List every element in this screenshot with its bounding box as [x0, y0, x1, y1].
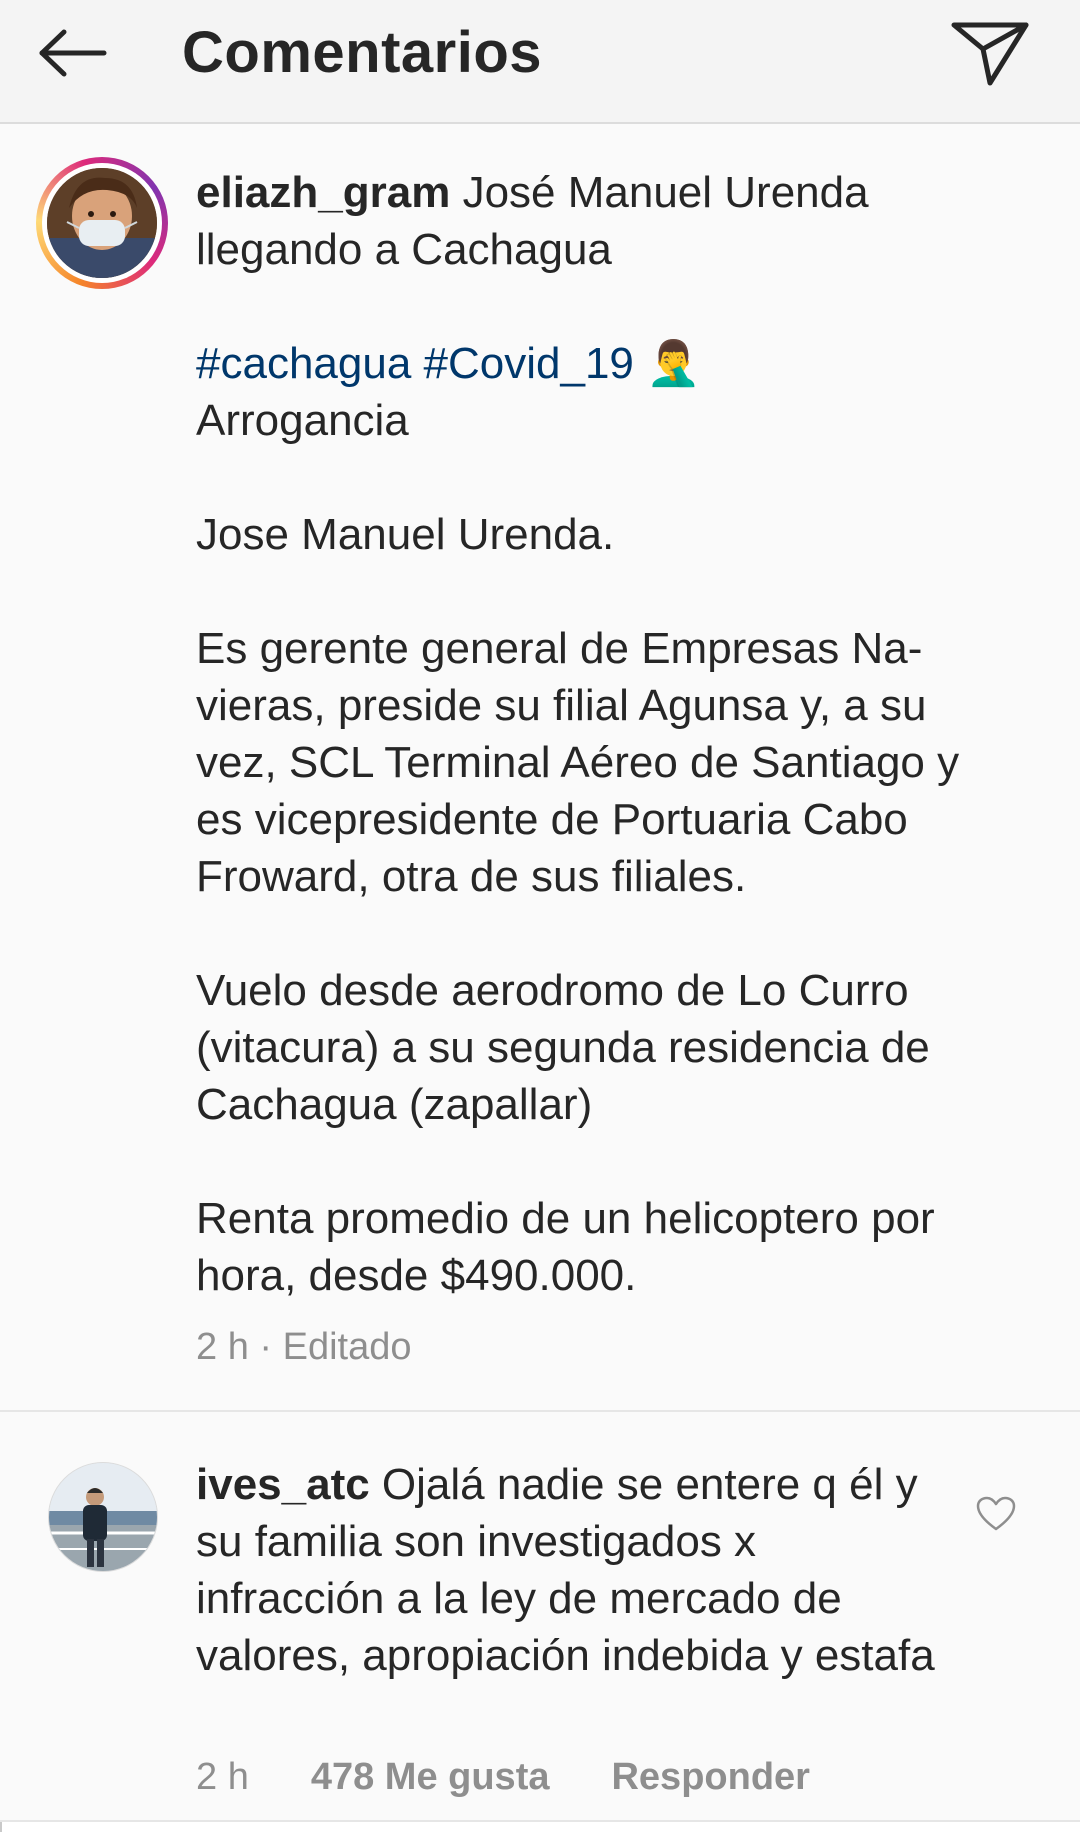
- hashtag-covid[interactable]: #Covid_19: [424, 339, 634, 388]
- story-ring[interactable]: [36, 157, 168, 289]
- page-title: Comentarios: [182, 20, 543, 85]
- caption-paragraph-gerente: Es gerente general de Empresas Na-vieras…: [196, 624, 960, 901]
- top-bar: Comentarios: [0, 0, 1080, 124]
- paper-plane-icon: [951, 22, 1029, 86]
- avatar: [47, 168, 157, 278]
- likes-count-button[interactable]: 478 Me gusta: [311, 1752, 550, 1802]
- back-button[interactable]: [28, 20, 118, 86]
- share-button[interactable]: [940, 14, 1040, 94]
- comment-time: 2 h: [196, 1756, 249, 1798]
- arrow-left-icon: [39, 29, 107, 77]
- comment-actions: 2 h 478 Me gusta Responder: [196, 1752, 810, 1802]
- like-button[interactable]: [972, 1490, 1020, 1538]
- caption-username[interactable]: eliazh_gram: [196, 168, 450, 217]
- caption-meta: 2 h · Editado: [196, 1326, 412, 1368]
- avatar[interactable]: [48, 1462, 158, 1572]
- caption-arrogancia: Arrogancia: [196, 396, 409, 445]
- profile-photo: [47, 168, 157, 278]
- reply-button[interactable]: Responder: [611, 1752, 809, 1802]
- caption-name-line: Jose Manuel Urenda.: [196, 510, 615, 559]
- caption-paragraph-vuelo: Vuelo desde aerodromo de Lo Curro (vitac…: [196, 966, 930, 1129]
- profile-photo: [49, 1463, 157, 1571]
- comment-text: ives_atc Ojalá nadie se entere q él y su…: [196, 1456, 956, 1684]
- facepalm-emoji: 🤦‍♂️: [646, 339, 701, 388]
- post-caption: eliazh_gram José Manuel Urenda llegando …: [0, 124, 1080, 1412]
- heart-outline-icon: [976, 1496, 1016, 1531]
- caption-text: eliazh_gram José Manuel Urenda llegando …: [196, 164, 996, 1304]
- caption-paragraph-renta: Renta promedio de un helicoptero por hor…: [196, 1194, 935, 1300]
- comment-username[interactable]: ives_atc: [196, 1460, 370, 1509]
- comment-item: ives_atc Ojalá nadie se entere q él y su…: [0, 1412, 1080, 1822]
- hashtag-cachagua[interactable]: #cachagua: [196, 339, 411, 388]
